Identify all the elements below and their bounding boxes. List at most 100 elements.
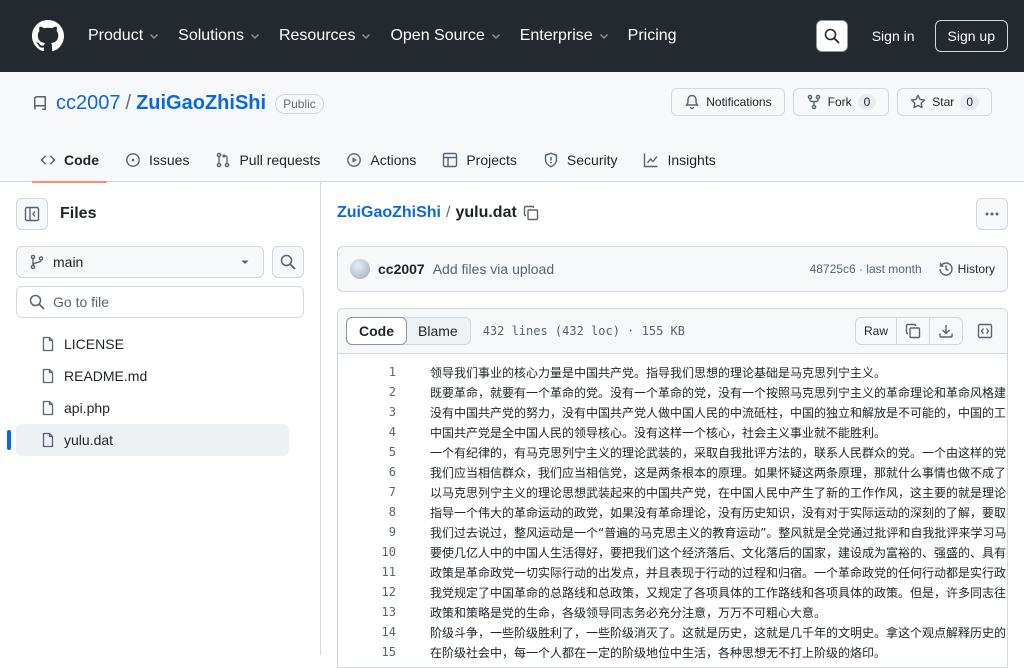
raw-button[interactable]: Raw: [856, 318, 897, 344]
fork-label: Fork: [827, 95, 852, 109]
nav-item-resources[interactable]: Resources: [279, 27, 372, 45]
github-logo-icon[interactable]: [32, 20, 64, 52]
branch-selector[interactable]: main: [16, 246, 264, 278]
tab-label: Security: [566, 152, 618, 168]
line-text: 政策和策略是党的生命，各级领导同志务必充分注意，万万不可粗心大意。: [430, 605, 827, 620]
nav-item-solutions[interactable]: Solutions: [178, 27, 261, 45]
code-icon: [40, 155, 56, 165]
fork-button[interactable]: Fork 0: [792, 88, 890, 116]
breadcrumb: ZuiGaoZhiShi / yulu.dat: [337, 204, 539, 222]
chevron-down-icon: [491, 34, 500, 39]
repo-name-link[interactable]: ZuiGaoZhiShi: [136, 92, 266, 115]
line-text: 我党规定了中国革命的总路线和总政策，又规定了各项具体的工作路线和各项具体的政策。…: [430, 585, 1007, 600]
code-line: 2 既要革命，就要有一个革命的党。没有一个革命的党，没有一个按照马克思列宁主义的革…: [338, 382, 1007, 402]
star-icon: [911, 94, 926, 109]
code-toolbar: Code Blame 432 lines (432 loc) · 155 KB …: [338, 309, 1007, 354]
collapse-sidebar-button[interactable]: [16, 198, 48, 230]
tab-insights[interactable]: Insights: [635, 138, 723, 182]
branch-name: main: [53, 254, 84, 270]
commit-author[interactable]: cc2007: [378, 261, 425, 277]
branch-icon: [30, 254, 44, 270]
breadcrumb-repo-link[interactable]: ZuiGaoZhiShi: [337, 204, 441, 222]
file-tree-item[interactable]: yulu.dat: [7, 424, 289, 456]
tab-projects[interactable]: Projects: [434, 138, 525, 182]
code-view-button[interactable]: Code: [346, 317, 407, 345]
more-options-button[interactable]: [976, 198, 1008, 230]
sign-in-link[interactable]: Sign in: [872, 28, 915, 44]
sign-up-button[interactable]: Sign up: [934, 20, 1008, 52]
fork-icon: [807, 94, 820, 110]
code-line: 14 阶级斗争，一些阶级胜利了，一些阶级消灭了。这就是历史，这就是几千年的文明史。…: [338, 622, 1007, 642]
repo-owner-link[interactable]: cc2007: [56, 92, 121, 115]
line-number[interactable]: 3: [338, 405, 396, 419]
go-to-file-placeholder: Go to file: [53, 294, 110, 310]
line-number[interactable]: 8: [338, 505, 396, 519]
line-number[interactable]: 4: [338, 425, 396, 439]
file-search-button[interactable]: [272, 246, 304, 278]
code-line: 13 政策和策略是党的生命，各级领导同志务必充分注意，万万不可粗心大意。: [338, 602, 1007, 622]
code-line: 1 领导我们事业的核心力量是中国共产党。指导我们思想的理论基础是马克思列宁主义。: [338, 362, 1007, 382]
caret-down-icon: [241, 260, 249, 264]
code-line: 12 我党规定了中国革命的总路线和总政策，又规定了各项具体的工作路线和各项具体的政…: [338, 582, 1007, 602]
search-icon: [29, 294, 45, 310]
line-number[interactable]: 12: [338, 585, 396, 599]
file-icon: [42, 400, 54, 416]
chevron-down-icon: [362, 34, 371, 39]
line-number[interactable]: 1: [338, 365, 396, 379]
repo-header: cc2007 / ZuiGaoZhiShi Public Notificatio…: [0, 72, 1024, 183]
history-button[interactable]: History: [938, 261, 995, 277]
code-line: 6 我们应当相信群众，我们应当相信党，这是两条根本的原理。如果怀疑这两条原理，那就…: [338, 462, 1007, 482]
notifications-button[interactable]: Notifications: [671, 88, 785, 116]
repo-icon: [34, 95, 46, 110]
bell-icon: [685, 94, 699, 110]
history-icon: [938, 262, 953, 276]
tab-security[interactable]: Security: [535, 138, 626, 182]
search-icon: [824, 28, 840, 44]
star-button[interactable]: Star 0: [897, 88, 992, 116]
line-number[interactable]: 6: [338, 465, 396, 479]
tab-issues[interactable]: Issues: [117, 138, 197, 182]
global-header: Product Solutions Resources Open Source Ente…: [0, 0, 1024, 72]
repo-slash: /: [125, 92, 132, 114]
notifications-label: Notifications: [706, 95, 772, 109]
line-number[interactable]: 2: [338, 385, 396, 399]
line-number[interactable]: 10: [338, 545, 396, 559]
commit-meta[interactable]: 48725c6 · last month: [810, 262, 922, 276]
line-number[interactable]: 11: [338, 565, 396, 579]
code-line: 3 没有中国共产党的努力，没有中国共产党人做中国人民的中流砥柱，中国的独立和解放是…: [338, 402, 1007, 422]
line-number[interactable]: 9: [338, 525, 396, 539]
line-text: 领导我们事业的核心力量是中国共产党。指导我们思想的理论基础是马克思列宁主义。: [430, 365, 887, 380]
line-number[interactable]: 14: [338, 625, 396, 639]
nav-item-enterprise[interactable]: Enterprise: [520, 27, 610, 45]
line-number[interactable]: 7: [338, 485, 396, 499]
download-icon: [939, 325, 953, 338]
tab-actions[interactable]: Actions: [338, 138, 424, 182]
nav-item-label: Product: [88, 27, 144, 44]
tab-code[interactable]: Code: [32, 138, 107, 183]
download-button[interactable]: [930, 318, 962, 344]
go-to-file-input[interactable]: Go to file: [16, 286, 304, 318]
line-number[interactable]: 13: [338, 605, 396, 619]
tab-label: Projects: [466, 152, 517, 168]
avatar[interactable]: [350, 259, 370, 279]
line-number[interactable]: 5: [338, 445, 396, 459]
search-button[interactable]: [815, 20, 848, 52]
file-tree-item[interactable]: api.php: [16, 392, 289, 424]
symbols-panel-button[interactable]: [971, 317, 999, 345]
tab-label: Issues: [149, 152, 190, 168]
main-nav: Product Solutions Resources Open Source Ente…: [88, 27, 695, 45]
tab-pull-requests[interactable]: Pull requests: [207, 138, 328, 182]
nav-item-open-source[interactable]: Open Source: [390, 27, 501, 45]
copy-raw-button[interactable]: [897, 318, 930, 344]
line-number[interactable]: 15: [338, 645, 396, 659]
file-tree-item[interactable]: README.md: [16, 360, 289, 392]
nav-item-product[interactable]: Product: [88, 27, 160, 45]
play-icon: [347, 153, 362, 167]
line-text: 中国共产党是全中国人民的领导核心。没有这样一个核心，社会主义事业就不能胜利。: [430, 425, 887, 440]
blame-view-button[interactable]: Blame: [406, 318, 470, 344]
copy-path-icon[interactable]: [523, 205, 539, 221]
file-tree-item-label: README.md: [64, 368, 148, 384]
file-tree-item[interactable]: LICENSE: [16, 328, 289, 360]
commit-message[interactable]: Add files via upload: [433, 261, 554, 277]
nav-item-pricing[interactable]: Pricing: [628, 27, 677, 45]
